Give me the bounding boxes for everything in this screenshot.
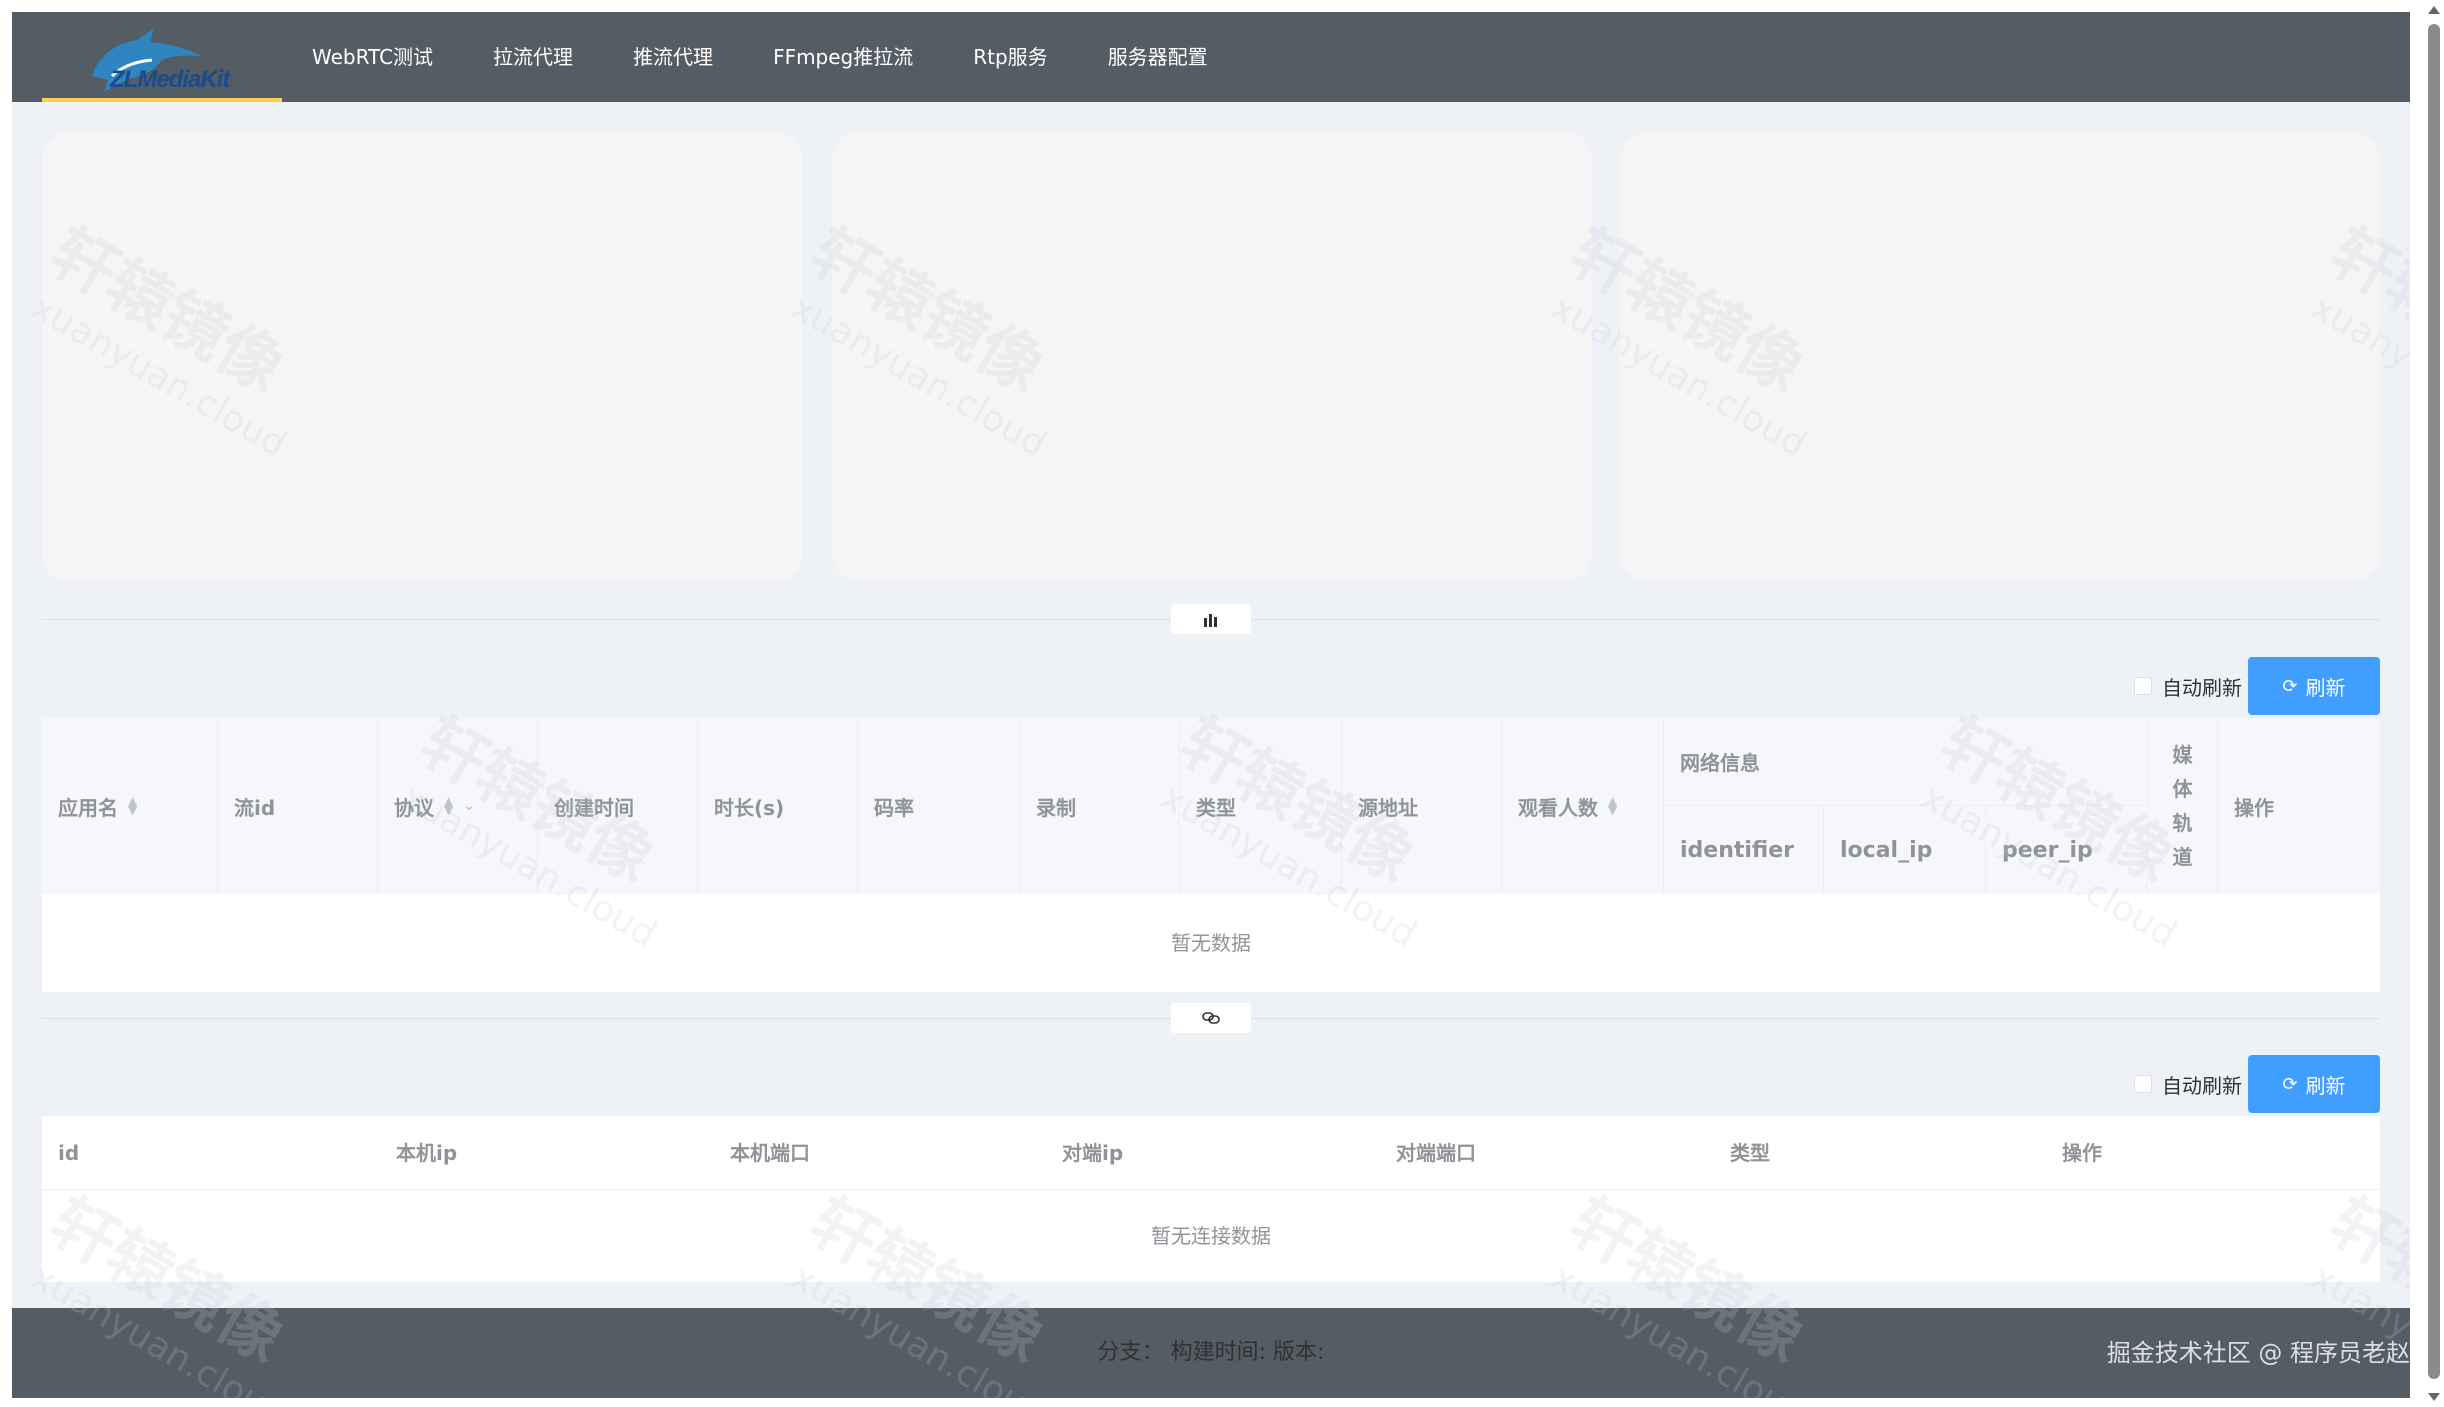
- col-peer-port: 对端端口: [1396, 1141, 1476, 1165]
- col-viewers[interactable]: 观看人数 ▲ ▼: [1502, 718, 1664, 894]
- col-stream-id: 流id: [218, 718, 378, 894]
- footer: 分支： 构建时间: 版本: 掘金技术社区 @ 程序员老赵: [12, 1308, 2410, 1398]
- col-type: 类型: [1180, 718, 1342, 894]
- logo-text: ZLMediaKit: [110, 66, 230, 93]
- col-actions: 操作: [2062, 1141, 2102, 1165]
- col-actions: 操作: [2234, 795, 2274, 820]
- sort-caret-icon[interactable]: ▲ ▼: [128, 795, 137, 816]
- refresh-label: 刷新: [2305, 675, 2346, 700]
- nav-ffmpeg-source[interactable]: FFmpeg推拉流: [743, 12, 943, 102]
- col-created: 创建时间: [538, 718, 698, 894]
- app-frame: ZLMediaKit WebRTC测试 拉流代理 推流代理 FFmpeg推拉流 …: [12, 12, 2410, 1398]
- col-app[interactable]: 应用名 ▲ ▼: [42, 718, 218, 894]
- scroll-up-arrow-icon[interactable]: [2428, 6, 2440, 14]
- stat-card-2: [832, 132, 1592, 582]
- col-protocol[interactable]: 协议 ▲ ▼ ⌄: [378, 718, 538, 894]
- nav-pull-proxy[interactable]: 拉流代理: [463, 12, 603, 102]
- col-record: 录制: [1020, 718, 1180, 894]
- main-nav: WebRTC测试 拉流代理 推流代理 FFmpeg推拉流 Rtp服务 服务器配置: [282, 12, 1238, 102]
- nav-push-proxy[interactable]: 推流代理: [603, 12, 743, 102]
- connection-toolbar: 自动刷新 ⟳ 刷新: [2134, 1054, 2380, 1114]
- col-media-track: 媒 体 轨 道: [2148, 718, 2218, 894]
- auto-refresh-checkbox[interactable]: [2134, 677, 2152, 695]
- build-info: 分支： 构建时间: 版本:: [1097, 1340, 1325, 1365]
- col-peer-ip: 对端ip: [1062, 1141, 1124, 1165]
- refresh-icon: ⟳: [2282, 1073, 2298, 1095]
- stream-table: 应用名 ▲ ▼ 流id 协议 ▲ ▼ ⌄ 创建时间 时长(s) 码率 录制 类型…: [42, 718, 2380, 992]
- col-type: 类型: [1730, 1141, 1770, 1165]
- col-source: 源地址: [1342, 718, 1502, 894]
- nav-rtp-service[interactable]: Rtp服务: [943, 12, 1077, 102]
- stream-toolbar: 自动刷新 ⟳ 刷新: [2134, 656, 2380, 716]
- logo[interactable]: ZLMediaKit: [42, 18, 282, 102]
- scroll-down-arrow-icon[interactable]: [2428, 1393, 2440, 1401]
- auto-refresh-label: 自动刷新: [2162, 675, 2242, 700]
- stream-empty-text: 暂无数据: [1171, 931, 1251, 955]
- stream-table-header: 应用名 ▲ ▼ 流id 协议 ▲ ▼ ⌄ 创建时间 时长(s) 码率 录制 类型…: [42, 718, 2380, 894]
- col-local-port: 本机端口: [730, 1141, 810, 1165]
- bar-chart-icon: [1204, 614, 1217, 627]
- refresh-label: 刷新: [2305, 1073, 2346, 1098]
- nav-webrtc-test[interactable]: WebRTC测试: [282, 12, 463, 102]
- sort-caret-icon[interactable]: ▲ ▼: [444, 795, 453, 816]
- refresh-icon: ⟳: [2282, 675, 2298, 697]
- sort-caret-icon[interactable]: ▲ ▼: [1608, 795, 1617, 816]
- connection-table: id 本机ip 本机端口 对端ip 对端端口 类型 操作 暂无连接数据: [42, 1116, 2380, 1282]
- col-duration: 时长(s): [698, 718, 858, 894]
- refresh-button[interactable]: ⟳ 刷新: [2248, 657, 2380, 715]
- link-icon: [1202, 1012, 1220, 1024]
- scrollbar-thumb[interactable]: [2428, 24, 2440, 1379]
- stat-card-3: [1620, 132, 2380, 582]
- chart-toggle-button[interactable]: [1171, 604, 1251, 634]
- page-scrollbar[interactable]: [2422, 0, 2444, 1407]
- auto-refresh-checkbox[interactable]: [2134, 1075, 2152, 1093]
- col-bitrate: 码率: [858, 718, 1020, 894]
- connection-empty-text: 暂无连接数据: [1151, 1224, 1271, 1248]
- col-id: id: [58, 1141, 80, 1165]
- filter-chevron-icon[interactable]: ⌄: [463, 798, 475, 814]
- attribution-watermark: 掘金技术社区 @ 程序员老赵: [2106, 1339, 2410, 1367]
- col-local-ip: local_ip: [1824, 806, 1986, 894]
- top-navbar: ZLMediaKit WebRTC测试 拉流代理 推流代理 FFmpeg推拉流 …: [12, 12, 2410, 102]
- auto-refresh-label: 自动刷新: [2162, 1073, 2242, 1098]
- col-peer-ip: peer_ip: [1986, 806, 2148, 894]
- col-identifier: identifier: [1664, 806, 1824, 894]
- nav-server-config[interactable]: 服务器配置: [1078, 12, 1238, 102]
- col-network-group: 网络信息: [1664, 718, 2148, 806]
- connection-toggle-button[interactable]: [1171, 1003, 1251, 1033]
- connection-table-header: id 本机ip 本机端口 对端ip 对端端口 类型 操作: [42, 1116, 2380, 1190]
- col-local-ip: 本机ip: [396, 1141, 458, 1165]
- refresh-button[interactable]: ⟳ 刷新: [2248, 1055, 2380, 1113]
- stat-card-1: [42, 132, 802, 582]
